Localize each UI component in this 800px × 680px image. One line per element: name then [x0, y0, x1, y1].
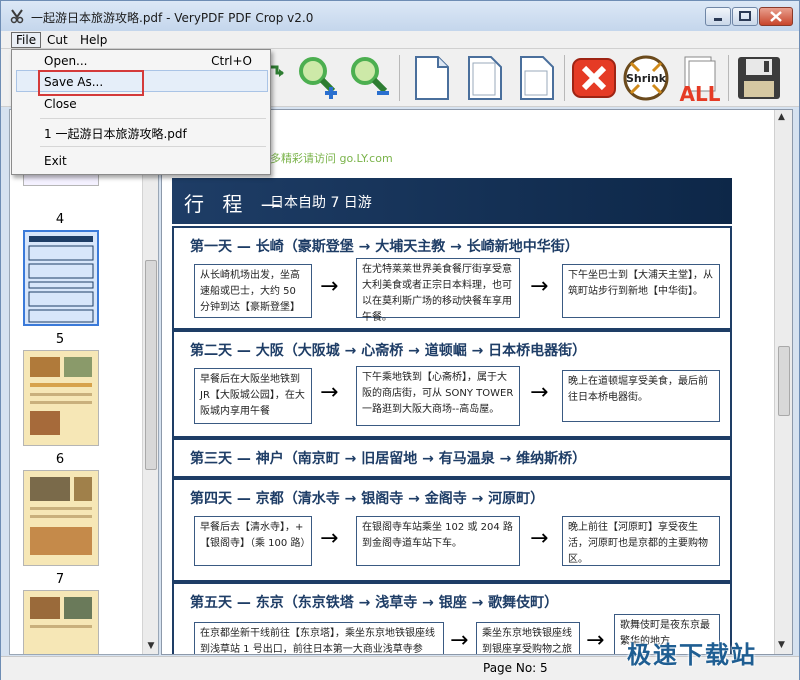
itinerary-box: 晚上在道顿堀享受美食，最后前往日本桥电器街。 [562, 370, 720, 422]
thumbnail-number: 5 [55, 332, 65, 347]
arrow-right-icon: → [320, 274, 339, 299]
document-view[interactable]: 多精彩请访问 go.LY.com 行 程 — 日本自助 7 日游 第一天 — 长… [161, 109, 793, 655]
day-title: 第一天 — 长崎（豪斯登堡 → 大埔天主教 → 长崎新地中华街） [190, 239, 579, 255]
toolbar-separator [399, 55, 400, 101]
minimize-button[interactable] [705, 7, 731, 26]
page-double-icon[interactable] [511, 53, 561, 103]
scrollbar-thumb[interactable] [145, 260, 157, 470]
thumbnail-image [24, 591, 98, 654]
menu-separator [40, 118, 266, 119]
day-section-4: 第四天 — 京都（清水寺 → 银阁寺 → 金阁寺 → 河原町） 早餐后去【清水寺… [172, 478, 732, 582]
scroll-up-icon[interactable]: ▲ [778, 112, 785, 122]
thumbnail-list[interactable]: 4 5 6 7 [10, 110, 148, 654]
thumbnail-page-5[interactable] [23, 350, 99, 446]
annotation-highlight-box [38, 70, 144, 96]
menu-help[interactable]: Help [76, 32, 111, 48]
itinerary-box: 早餐后去【清水寺】，+【银阁寺】（乘 100 路） [194, 516, 312, 566]
scrollbar-thumb[interactable] [778, 346, 790, 416]
scroll-down-icon[interactable]: ▼ [145, 640, 157, 652]
page-single-icon[interactable] [459, 53, 509, 103]
file-menu-dropdown: Open... Ctrl+O Save As... Close 1 一起游日本旅… [11, 49, 271, 175]
shrink-label: Shrink [626, 72, 667, 85]
menu-file[interactable]: File [11, 32, 42, 48]
zoom-in-icon[interactable] [293, 53, 343, 103]
thumbnail-panel[interactable]: 4 5 6 7 ▼ [9, 109, 159, 655]
menu-item-recent-file[interactable]: 1 一起游日本旅游攻略.pdf [44, 125, 187, 142]
shrink-icon[interactable]: Shrink [621, 53, 671, 103]
scroll-down-icon[interactable]: ▼ [778, 640, 785, 650]
arrow-right-icon: → [320, 526, 339, 551]
close-icon [770, 11, 782, 22]
open-shortcut: Ctrl+O [211, 54, 252, 68]
page-blank-icon[interactable] [406, 53, 456, 103]
all-pages-icon[interactable]: ALL [675, 53, 725, 103]
maximize-button[interactable] [732, 7, 758, 26]
thumbnail-number: 4 [55, 212, 65, 227]
thumbnail-image [24, 351, 98, 445]
itinerary-banner: 行 程 — 日本自助 7 日游 [172, 178, 732, 224]
window-title: 一起游日本旅游攻略.pdf - VeryPDF PDF Crop v2.0 [31, 11, 314, 25]
app-icon [10, 9, 24, 24]
thumbnail-page-6[interactable] [23, 470, 99, 566]
arrow-right-icon: → [320, 380, 339, 405]
maximize-icon [739, 11, 751, 21]
thumbnail-image [24, 471, 98, 565]
itinerary-box: 早餐后在大阪坐地铁到JR【大阪城公园】，在大阪城内享用午餐 [194, 368, 312, 424]
arrow-right-icon: → [586, 628, 605, 653]
thumbnail-scrollbar[interactable]: ▲ ▼ [142, 110, 158, 654]
thumbnail-page-4[interactable] [23, 230, 99, 326]
itinerary-box: 下午坐巴士到【大浦天主堂】，从筑町站步行到新地【中华街】。 [562, 264, 720, 318]
arrow-right-icon: → [530, 274, 549, 299]
zoom-out-icon[interactable] [345, 53, 395, 103]
arrow-right-icon: → [530, 380, 549, 405]
cancel-icon[interactable] [569, 53, 619, 103]
menu-item-open[interactable]: Open... [44, 54, 88, 68]
document-scrollbar[interactable]: ▲ ▼ [774, 110, 792, 654]
menu-item-exit[interactable]: Exit [44, 154, 67, 168]
toolbar-separator [728, 55, 729, 101]
menu-separator [40, 146, 266, 147]
page-number-status: Page No: 5 [483, 661, 548, 675]
title-bar[interactable]: 一起游日本旅游攻略.pdf - VeryPDF PDF Crop v2.0 [1, 1, 799, 31]
day-section-1: 第一天 — 长崎（豪斯登堡 → 大埔天主教 → 长崎新地中华街） 从长崎机场出发… [172, 226, 732, 330]
toolbar-separator [564, 55, 565, 101]
day-title: 第四天 — 京都（清水寺 → 银阁寺 → 金阁寺 → 河原町） [190, 491, 545, 507]
itinerary-box: 在银阁寺车站乘坐 102 或 204 路到金阁寺道车站下车。 [356, 516, 520, 566]
thumbnail-number: 6 [55, 452, 65, 467]
thumbnail-number: 7 [55, 572, 65, 587]
day-section-2: 第二天 — 大阪（大阪城 → 心斋桥 → 道顿崛 → 日本桥电器街） 早餐后在大… [172, 330, 732, 438]
site-watermark: 极速下载站 [627, 641, 757, 669]
menu-item-close[interactable]: Close [44, 97, 77, 111]
thumbnail-page-7[interactable] [23, 590, 99, 654]
minimize-icon [714, 18, 722, 21]
day-title: 第三天 — 神户（南京町 → 旧居留地 → 有马温泉 → 维纳斯桥） [190, 451, 587, 467]
itinerary-box: 在京都坐新干线前往【东京塔】，乘坐东京地铁银座线到浅草站 1 号出口，前往日本第… [194, 622, 444, 654]
save-floppy-icon[interactable] [734, 53, 784, 103]
arrow-right-icon: → [530, 526, 549, 551]
day-title: 第五天 — 东京（东京铁塔 → 浅草寺 → 银座 → 歌舞伎町） [190, 595, 559, 611]
itinerary-box: 在尤特莱莱世界美食餐厅街享受意大利美食或者正宗日本料理，也可以在莫利斯广场的移动… [356, 258, 520, 323]
day-title: 第二天 — 大阪（大阪城 → 心斋桥 → 道顿崛 → 日本桥电器街） [190, 343, 587, 359]
itinerary-box: 晚上前往【河原町】享受夜生活，河原町也是京都的主要购物区。 [562, 516, 720, 566]
page-link-text[interactable]: 多精彩请访问 go.LY.com [270, 150, 393, 166]
all-label: ALL [680, 82, 721, 103]
menu-bar: File Cut Help [1, 31, 799, 49]
menu-cut[interactable]: Cut [43, 32, 72, 48]
itinerary-box: 从长崎机场出发，坐高速船或巴士，大约 50 分钟到达【豪斯登堡】 [194, 264, 312, 318]
day-section-3: 第三天 — 神户（南京町 → 旧居留地 → 有马温泉 → 维纳斯桥） [172, 438, 732, 478]
pdf-page: 多精彩请访问 go.LY.com 行 程 — 日本自助 7 日游 第一天 — 长… [162, 110, 774, 654]
close-button[interactable] [759, 7, 793, 26]
arrow-right-icon: → [450, 628, 469, 653]
itinerary-box: 下午乘地铁到【心斋桥】，属于大阪的商店街，可从 SONY TOWER 一路逛到大… [356, 366, 520, 426]
app-window: 一起游日本旅游攻略.pdf - VeryPDF PDF Crop v2.0 Fi… [0, 0, 800, 680]
itinerary-box: 乘坐东京地铁银座线到银座享受购物之旅 [476, 622, 580, 654]
thumbnail-image [28, 236, 94, 323]
banner-subtitle: 日本自助 7 日游 [270, 195, 372, 211]
